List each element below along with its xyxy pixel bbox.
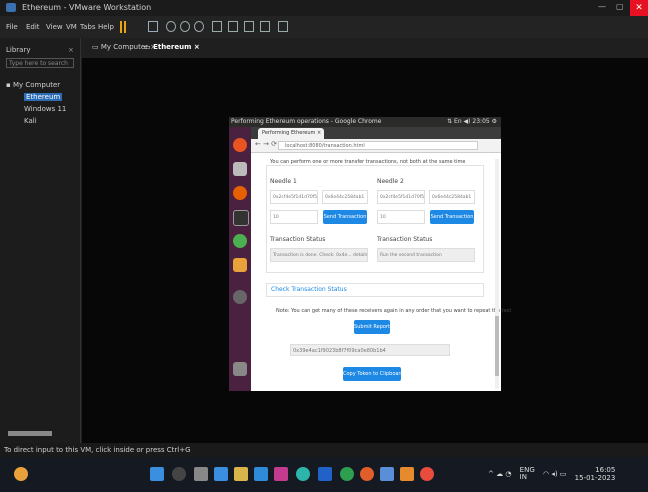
windows-taskbar: ^ ☁ ◔ ENG IN ◠ ◂) ▭ 16:05 15-01-2023 <box>0 457 648 492</box>
firefox-icon[interactable] <box>233 186 247 200</box>
start-icon[interactable] <box>150 467 164 481</box>
clock[interactable]: 16:05 15-01-2023 <box>575 466 616 482</box>
tray-icons[interactable]: ^ ☁ ◔ <box>488 470 511 478</box>
copy-token-button[interactable]: Copy Token to Clipboard <box>343 367 401 381</box>
show-library-icon[interactable] <box>212 21 222 32</box>
thumbnail-bar-icon[interactable] <box>228 21 238 32</box>
needle1-status-field: Transaction is done. Check: 0x4e... deta… <box>270 248 368 262</box>
needle2-from-field[interactable]: 0x2cf4e5f1d1d70f5 <box>377 190 425 204</box>
guest-indicators: ⇅ En ◀) 23:05 ⚙ <box>447 118 497 125</box>
library-item-my-computer[interactable]: ▪ My Computer <box>6 81 60 89</box>
address-bar[interactable]: localhost:8080/transaction.html <box>278 141 478 150</box>
check-status-link[interactable]: Check Transaction Status <box>271 286 347 293</box>
system-tray[interactable]: ^ ☁ ◔ ENG IN ◠ ◂) ▭ 16:05 15-01-2023 <box>488 466 615 482</box>
app-icon-5[interactable] <box>380 467 394 481</box>
needle2-to-field[interactable]: 0x6e44c2584ab1 <box>429 190 475 204</box>
close-library-icon[interactable]: × <box>68 46 74 54</box>
store-icon[interactable] <box>274 467 288 481</box>
vm-tabs: ▭ My Computer × ▭ Ethereum × <box>82 38 648 58</box>
needle1-label: Needle 1 <box>270 178 297 185</box>
weather-widget-icon[interactable] <box>14 467 28 481</box>
clock-time: 16:05 <box>595 466 616 474</box>
needle2-send-button[interactable]: Send Transaction <box>430 210 474 224</box>
guest-window-title: Performing Ethereum operations - Google … <box>231 118 382 125</box>
menu-vm[interactable]: VM <box>66 23 77 31</box>
chrome-icon[interactable] <box>233 234 247 248</box>
wifi-volume-battery-icon[interactable]: ◠ ◂) ▭ <box>543 470 566 478</box>
terminal-icon[interactable] <box>233 210 249 226</box>
status-bar: To direct input to this VM, click inside… <box>0 443 648 457</box>
full-screen-icon[interactable] <box>244 21 254 32</box>
tab-ethereum[interactable]: ▭ Ethereum × <box>144 43 200 51</box>
title-bar: Ethereum - VMware Workstation — ▢ ✕ <box>0 0 648 16</box>
files-icon[interactable] <box>233 162 247 176</box>
needle1-from-field[interactable]: 0x2cf4e5f1d1d70f5 <box>270 190 318 204</box>
needle2-status-label: Transaction Status <box>377 236 433 243</box>
needle2-label: Needle 2 <box>377 178 404 185</box>
library-search-input[interactable]: Type here to search <box>6 58 74 68</box>
manage-snapshots-icon[interactable] <box>194 21 204 32</box>
library-item-kali[interactable]: Kali <box>24 117 37 125</box>
clock-date: 15-01-2023 <box>574 474 616 482</box>
note-text: Note: You can get many of these receiver… <box>276 308 512 314</box>
maximize-button[interactable]: ▢ <box>616 2 626 12</box>
menu-bar: File Edit View VM Tabs Help <box>0 16 648 38</box>
hash-field: 0x39e4ac1f9023b8f7f09ca0e80b1b4 <box>290 344 450 356</box>
needle1-send-button[interactable]: Send Transaction <box>323 210 367 224</box>
task-view-icon[interactable] <box>194 467 208 481</box>
needle1-status-label: Transaction Status <box>270 236 326 243</box>
ubuntu-dash-icon[interactable] <box>233 138 247 152</box>
window-title: Ethereum - VMware Workstation <box>22 3 152 12</box>
library-item-ethereum[interactable]: Ethereum <box>24 93 63 101</box>
revert-snapshot-icon[interactable] <box>180 21 190 32</box>
guest-top-panel: Performing Ethereum operations - Google … <box>229 117 501 127</box>
menu-tabs[interactable]: Tabs <box>80 23 96 31</box>
unity-icon[interactable] <box>260 21 270 32</box>
close-button[interactable]: ✕ <box>630 0 648 16</box>
app-icon-2[interactable] <box>318 467 332 481</box>
console-view-icon[interactable] <box>278 21 288 32</box>
needle1-amount-field[interactable]: 10 <box>270 210 318 224</box>
menu-help[interactable]: Help <box>98 23 114 31</box>
app-icon-4[interactable] <box>360 467 374 481</box>
library-scrollbar[interactable] <box>8 431 52 436</box>
needle2-amount-field[interactable]: 10 <box>377 210 425 224</box>
vmware-taskbar-icon[interactable] <box>400 467 414 481</box>
software-center-icon[interactable] <box>233 258 247 272</box>
submit-report-button[interactable]: Submit Report <box>354 320 390 334</box>
page-scrollbar-thumb[interactable] <box>495 316 499 376</box>
app-icon-6[interactable] <box>420 467 434 481</box>
nav-buttons[interactable]: ← → ⟳ <box>255 140 277 148</box>
needle2-status-field: Run the second transaction <box>377 248 475 262</box>
snapshot-icon[interactable] <box>166 21 176 32</box>
needle1-to-field[interactable]: 0x6e44c2584ab1 <box>322 190 368 204</box>
settings-icon[interactable] <box>233 290 247 304</box>
language-indicator[interactable]: ENG IN <box>520 467 535 481</box>
menu-edit[interactable]: Edit <box>26 23 40 31</box>
pause-icon[interactable] <box>120 21 128 33</box>
menu-file[interactable]: File <box>6 23 18 31</box>
minimize-button[interactable]: — <box>598 2 608 12</box>
edge-icon[interactable] <box>254 467 268 481</box>
library-title: Library <box>6 46 31 54</box>
widgets-icon[interactable] <box>214 467 228 481</box>
app-icon-1[interactable] <box>296 467 310 481</box>
vmware-logo-icon <box>6 3 16 12</box>
send-ctrl-alt-del-icon[interactable] <box>148 21 158 32</box>
menu-view[interactable]: View <box>46 23 63 31</box>
status-text: To direct input to this VM, click inside… <box>4 446 191 454</box>
library-pane: Library × Type here to search ▪ My Compu… <box>0 38 81 443</box>
search-icon[interactable] <box>172 467 186 481</box>
file-explorer-icon[interactable] <box>234 467 248 481</box>
trash-icon[interactable] <box>233 362 247 376</box>
app-icon-3[interactable] <box>340 467 354 481</box>
browser-tab[interactable]: Performing Ethereum × <box>258 128 324 139</box>
library-item-windows11[interactable]: Windows 11 <box>24 105 66 113</box>
